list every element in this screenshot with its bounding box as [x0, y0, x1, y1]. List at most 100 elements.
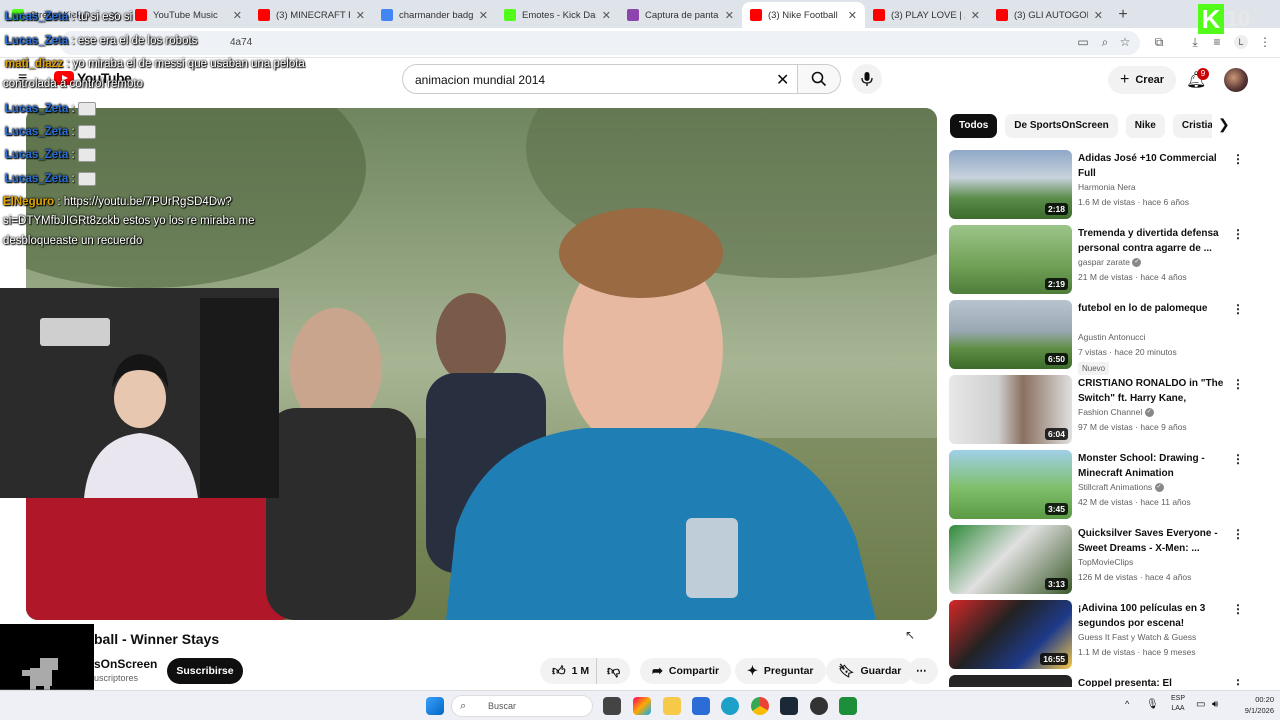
- browser-tab[interactable]: (3) MINECRAFT RAP ✕: [250, 2, 373, 28]
- browser-tab[interactable]: (3) Nike Football ✕: [742, 2, 865, 28]
- tab-close-icon[interactable]: ✕: [356, 9, 365, 22]
- more-options-icon[interactable]: ⋮: [1232, 377, 1244, 391]
- more-options-icon[interactable]: ⋮: [1232, 227, 1244, 241]
- download-icon[interactable]: ⤓: [1188, 35, 1202, 49]
- recommended-video[interactable]: 6:50 futebol en lo de palomeque Agustin An…: [949, 300, 1249, 375]
- video-thumbnail[interactable]: 2:18: [949, 150, 1072, 219]
- recommended-title[interactable]: Adidas José +10 Commercial Full: [1078, 151, 1228, 181]
- recommended-channel[interactable]: Agustin Antonucci: [1078, 332, 1146, 342]
- filter-chip[interactable]: Nike: [1125, 114, 1165, 138]
- video-thumbnail[interactable]: 6:04: [949, 375, 1072, 444]
- more-options-icon[interactable]: ⋮: [1232, 527, 1244, 541]
- recommended-title[interactable]: Monster School: Drawing - Minecraft Anim…: [1078, 451, 1228, 481]
- tab-close-icon[interactable]: ✕: [971, 9, 980, 22]
- create-button[interactable]: + Crear: [1108, 66, 1177, 94]
- tab-close-icon[interactable]: ✕: [233, 9, 242, 22]
- recommended-title[interactable]: CRISTIANO RONALDO in "The Switch" ft. Ha…: [1078, 376, 1228, 406]
- tab-close-icon[interactable]: ✕: [1094, 9, 1103, 22]
- recommended-video[interactable]: Coppel presenta: El ⋮: [949, 675, 1249, 687]
- browser-tab[interactable]: charmander badge p ✕: [373, 2, 496, 28]
- task-view-icon[interactable]: [603, 697, 621, 715]
- chips-next-arrow-icon[interactable]: ❯: [1218, 116, 1230, 133]
- video-thumbnail[interactable]: 6:50: [949, 300, 1072, 369]
- filter-chip[interactable]: Cristiano: [1172, 114, 1212, 138]
- tab-close-icon[interactable]: ✕: [479, 9, 488, 22]
- network-icon[interactable]: ▭: [1196, 699, 1205, 710]
- search-input[interactable]: animacion mundial 2014: [402, 64, 798, 94]
- browser-menu-icon[interactable]: ⋮: [1258, 35, 1272, 49]
- recommended-title[interactable]: Quicksilver Saves Everyone - Sweet Dream…: [1078, 526, 1228, 556]
- video-thumbnail[interactable]: 3:45: [949, 450, 1072, 519]
- share-button[interactable]: ➦ Compartir: [640, 658, 732, 684]
- store-icon[interactable]: [692, 697, 710, 715]
- recommended-channel[interactable]: Fashion Channel ✓: [1078, 407, 1154, 418]
- user-avatar[interactable]: [1224, 68, 1248, 92]
- recommended-video[interactable]: 2:19 Tremenda y divertida defensa persona…: [949, 225, 1249, 295]
- system-clock[interactable]: 00:20 9/1/2026: [1230, 694, 1274, 716]
- recommended-channel[interactable]: Stillcraft Animations ✓: [1078, 482, 1164, 493]
- clear-search-icon[interactable]: ✕: [776, 70, 789, 90]
- steam-icon[interactable]: [780, 697, 798, 715]
- more-options-icon[interactable]: ⋮: [1232, 452, 1244, 466]
- voice-search-button[interactable]: [852, 64, 882, 94]
- recommended-video[interactable]: 2:18 Adidas José +10 Commercial Full Harmo…: [949, 150, 1249, 220]
- more-options-icon[interactable]: ⋮: [1232, 677, 1244, 687]
- recommended-video[interactable]: 16:55 ¡Adivina 100 películas en 3 segundo…: [949, 600, 1249, 670]
- video-thumbnail[interactable]: [949, 675, 1072, 687]
- mic-tray-icon[interactable]: 🎙︎: [1146, 699, 1159, 710]
- obs-icon[interactable]: [810, 697, 828, 715]
- browser-tab[interactable]: (3) GLI AUTOGOL fe ✕: [988, 2, 1111, 28]
- save-button[interactable]: 🔖︎ Guardar: [826, 658, 914, 684]
- profile-icon[interactable]: L: [1234, 35, 1248, 49]
- filter-chip[interactable]: Todos: [950, 114, 998, 138]
- more-options-icon[interactable]: ⋮: [1232, 302, 1244, 316]
- recommended-channel[interactable]: Harmonia Nera: [1078, 182, 1136, 192]
- ask-button[interactable]: ✦ Preguntar: [735, 658, 826, 684]
- volume-icon[interactable]: 🔊︎: [1212, 699, 1218, 710]
- dislike-button[interactable]: 👎︎: [596, 658, 631, 684]
- browser-tab[interactable]: YouTube Music ✕: [127, 2, 250, 28]
- more-options-icon[interactable]: ⋮: [1232, 602, 1244, 616]
- browser-tab[interactable]: Emotes - Kick Dashb ✕: [496, 2, 619, 28]
- more-options-icon[interactable]: ⋮: [1232, 152, 1244, 166]
- new-tab-button[interactable]: +: [1111, 2, 1135, 28]
- copilot-icon[interactable]: [633, 697, 651, 715]
- subscribe-button[interactable]: Suscribirse: [167, 658, 243, 684]
- browser-tab[interactable]: Captura de pantalla ✕: [619, 2, 742, 28]
- tab-close-icon[interactable]: ✕: [725, 9, 734, 22]
- file-explorer-icon[interactable]: [663, 697, 681, 715]
- language-indicator[interactable]: ESP LAA: [1168, 694, 1188, 714]
- recommended-video[interactable]: 3:45 Monster School: Drawing - Minecraft …: [949, 450, 1249, 520]
- more-actions-button[interactable]: ⋯: [908, 658, 938, 684]
- recommended-title[interactable]: Coppel presenta: El: [1078, 676, 1228, 687]
- browser-tab[interactable]: (3) PLAY LOVE | ZAR ✕: [865, 2, 988, 28]
- chrome-icon[interactable]: [751, 697, 769, 715]
- tab-close-icon[interactable]: ✕: [848, 9, 857, 22]
- channel-name[interactable]: sOnScreen: [94, 657, 157, 671]
- recommended-channel[interactable]: gaspar zarate ✓: [1078, 257, 1142, 268]
- recommended-video[interactable]: 3:13 Quicksilver Saves Everyone - Sweet D…: [949, 525, 1249, 595]
- recommended-video[interactable]: 6:04 CRISTIANO RONALDO in "The Switch" ft…: [949, 375, 1249, 445]
- video-thumbnail[interactable]: 16:55: [949, 600, 1072, 669]
- like-button[interactable]: 👍︎ 1 M: [540, 658, 600, 684]
- search-button[interactable]: [797, 64, 841, 94]
- cast-icon[interactable]: ▭: [1076, 35, 1090, 49]
- video-thumbnail[interactable]: 3:13: [949, 525, 1072, 594]
- video-thumbnail[interactable]: 2:19: [949, 225, 1072, 294]
- recommended-title[interactable]: futebol en lo de palomeque: [1078, 301, 1228, 316]
- taskbar-search[interactable]: ⌕ Buscar: [451, 695, 593, 717]
- address-bar[interactable]: 4a74: [60, 31, 1140, 55]
- tab-close-icon[interactable]: ✕: [602, 9, 611, 22]
- recommended-channel[interactable]: Guess It Fast y Watch & Guess: [1078, 632, 1196, 642]
- zoom-icon[interactable]: ⌕: [1098, 35, 1112, 49]
- edge-icon[interactable]: [721, 697, 739, 715]
- recommended-title[interactable]: Tremenda y divertida defensa personal co…: [1078, 226, 1228, 256]
- recommended-channel[interactable]: TopMovieClips: [1078, 557, 1133, 567]
- extensions-icon[interactable]: ⧉: [1152, 35, 1166, 49]
- tray-chevron-icon[interactable]: ^: [1125, 699, 1129, 709]
- windows-start-icon[interactable]: [426, 697, 444, 715]
- recommended-title[interactable]: ¡Adivina 100 películas en 3 segundos por…: [1078, 601, 1228, 631]
- excel-icon[interactable]: [839, 697, 857, 715]
- reading-list-icon[interactable]: ≡: [1210, 35, 1224, 49]
- filter-chip[interactable]: De SportsOnScreen: [1005, 114, 1118, 138]
